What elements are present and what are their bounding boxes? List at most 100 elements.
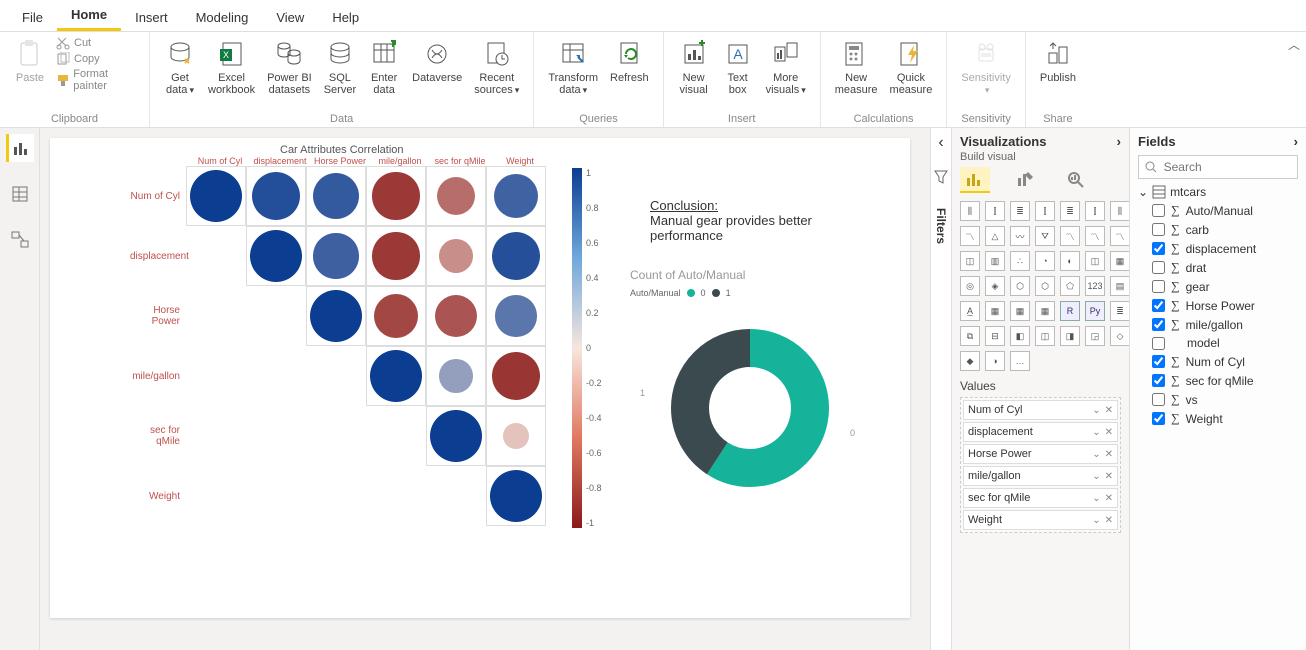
viz-type-button[interactable]: ▤ xyxy=(1110,276,1130,296)
remove-field-icon[interactable]: ✕ xyxy=(1105,493,1113,504)
viz-type-button[interactable]: 〽 xyxy=(1060,226,1080,246)
fields-pane-collapse-icon[interactable]: › xyxy=(1294,134,1298,149)
field-checkbox[interactable] xyxy=(1152,242,1165,255)
field-checkbox[interactable] xyxy=(1152,299,1165,312)
recent-sources-button[interactable]: Recentsources xyxy=(468,36,525,98)
viz-type-button[interactable]: ▦ xyxy=(1010,301,1030,321)
values-well[interactable]: Num of Cyl⌄✕displacement⌄✕Horse Power⌄✕m… xyxy=(960,397,1121,533)
values-well-item[interactable]: Weight⌄✕ xyxy=(963,510,1118,530)
report-page[interactable]: Car Attributes Correlation Num of Cyldis… xyxy=(50,138,910,618)
fields-search[interactable] xyxy=(1138,155,1298,179)
format-painter-button[interactable]: Format painter xyxy=(56,68,141,92)
fields-search-input[interactable] xyxy=(1162,159,1291,175)
viz-type-button[interactable]: 123 xyxy=(1085,276,1105,296)
donut-chart[interactable] xyxy=(660,318,840,498)
refresh-button[interactable]: Refresh xyxy=(604,36,655,98)
values-well-item[interactable]: Num of Cyl⌄✕ xyxy=(963,400,1118,420)
viz-type-button[interactable]: ◐ xyxy=(1060,251,1080,271)
viz-type-button[interactable]: ⬡ xyxy=(1010,276,1030,296)
viz-type-button[interactable]: ⬠ xyxy=(1060,276,1080,296)
menu-modeling[interactable]: Modeling xyxy=(182,4,263,31)
get-data-button[interactable]: Getdata xyxy=(158,36,202,98)
field-item-num-of-cyl[interactable]: ∑Num of Cyl xyxy=(1152,354,1298,369)
field-checkbox[interactable] xyxy=(1152,337,1165,350)
text-box-button[interactable]: ATextbox xyxy=(716,36,760,98)
viz-type-button[interactable]: Py xyxy=(1085,301,1105,321)
quick-measure-button[interactable]: Quickmeasure xyxy=(884,36,939,98)
filters-pane-collapsed[interactable]: ‹ Filters xyxy=(930,128,952,650)
cut-button[interactable]: Cut xyxy=(56,36,141,50)
viz-type-button[interactable]: ◫ xyxy=(1085,251,1105,271)
viz-type-button[interactable]: ≣ xyxy=(1010,201,1030,221)
field-item-vs[interactable]: ∑vs xyxy=(1152,392,1298,407)
chevron-down-icon[interactable]: ⌄ xyxy=(1092,493,1100,504)
more-visuals-button[interactable]: Morevisuals xyxy=(760,36,812,98)
viz-type-button[interactable]: ≣ xyxy=(1110,301,1130,321)
remove-field-icon[interactable]: ✕ xyxy=(1105,405,1113,416)
enter-data-button[interactable]: Enterdata xyxy=(362,36,406,98)
field-checkbox[interactable] xyxy=(1152,318,1165,331)
viz-type-button[interactable]: ◫ xyxy=(1035,326,1055,346)
viz-type-button[interactable]: ≣ xyxy=(1060,201,1080,221)
sql-server-button[interactable]: SQLServer xyxy=(318,36,362,98)
viz-type-button[interactable]: ◈ xyxy=(985,276,1005,296)
viz-type-button[interactable]: ◫ xyxy=(960,251,980,271)
menu-insert[interactable]: Insert xyxy=(121,4,182,31)
viz-type-button[interactable]: 〽 xyxy=(1085,226,1105,246)
model-view-button[interactable] xyxy=(6,226,34,254)
values-well-item[interactable]: sec for qMile⌄✕ xyxy=(963,488,1118,508)
viz-type-button[interactable]: ⫿ xyxy=(1035,201,1055,221)
field-item-drat[interactable]: ∑drat xyxy=(1152,260,1298,275)
values-well-item[interactable]: Horse Power⌄✕ xyxy=(963,444,1118,464)
report-view-button[interactable] xyxy=(6,134,34,162)
copy-button[interactable]: Copy xyxy=(56,52,141,66)
field-checkbox[interactable] xyxy=(1152,204,1165,217)
remove-field-icon[interactable]: ✕ xyxy=(1105,471,1113,482)
paste-button[interactable]: Paste xyxy=(8,36,52,92)
conclusion-text[interactable]: Conclusion: Manual gear provides better … xyxy=(650,198,850,243)
field-checkbox[interactable] xyxy=(1152,393,1165,406)
values-well-item[interactable]: displacement⌄✕ xyxy=(963,422,1118,442)
field-checkbox[interactable] xyxy=(1152,412,1165,425)
field-item-gear[interactable]: ∑gear xyxy=(1152,279,1298,294)
viz-type-button[interactable]: ⫿ xyxy=(1085,201,1105,221)
viz-type-button[interactable]: ⬡ xyxy=(1035,276,1055,296)
menu-help[interactable]: Help xyxy=(318,4,373,31)
viz-type-button[interactable]: ⊟ xyxy=(985,326,1005,346)
viz-type-button[interactable]: ◨ xyxy=(1060,326,1080,346)
field-item-carb[interactable]: ∑carb xyxy=(1152,222,1298,237)
transform-data-button[interactable]: Transformdata xyxy=(542,36,604,98)
report-canvas[interactable]: Car Attributes Correlation Num of Cyldis… xyxy=(40,128,930,650)
viz-pane-collapse-icon[interactable]: › xyxy=(1117,134,1121,149)
viz-type-button[interactable]: ◇ xyxy=(1110,326,1130,346)
viz-type-button[interactable]: ⫼ xyxy=(1110,201,1130,221)
build-visual-tab[interactable] xyxy=(960,167,990,193)
field-checkbox[interactable] xyxy=(1152,280,1165,293)
viz-type-button[interactable]: 〰 xyxy=(1010,226,1030,246)
new-measure-button[interactable]: Newmeasure xyxy=(829,36,884,98)
field-item-displacement[interactable]: ∑displacement xyxy=(1152,241,1298,256)
chevron-down-icon[interactable]: ⌄ xyxy=(1092,471,1100,482)
table-node-mtcars[interactable]: ⌄ mtcars xyxy=(1138,185,1298,199)
viz-type-button[interactable]: ⫼ xyxy=(960,201,980,221)
menu-home[interactable]: Home xyxy=(57,1,121,31)
field-item-auto-manual[interactable]: ∑Auto/Manual xyxy=(1152,203,1298,218)
field-item-model[interactable]: model xyxy=(1152,336,1298,350)
format-visual-tab[interactable] xyxy=(1010,167,1040,193)
sensitivity-button[interactable]: Sensitivity xyxy=(955,36,1017,98)
dataverse-button[interactable]: Dataverse xyxy=(406,36,468,98)
correlation-matrix[interactable]: Num of CyldisplacementHorse Powermile/ga… xyxy=(190,166,546,526)
menu-file[interactable]: File xyxy=(8,4,57,31)
viz-type-button[interactable]: … xyxy=(1010,351,1030,371)
viz-type-button[interactable]: ∴ xyxy=(1010,251,1030,271)
field-item-mile-gallon[interactable]: ∑mile/gallon xyxy=(1152,317,1298,332)
field-checkbox[interactable] xyxy=(1152,355,1165,368)
chevron-down-icon[interactable]: ⌄ xyxy=(1092,427,1100,438)
viz-type-button[interactable]: ◔ xyxy=(1035,251,1055,271)
field-checkbox[interactable] xyxy=(1152,374,1165,387)
viz-type-button[interactable]: ◑ xyxy=(985,351,1005,371)
analytics-tab[interactable] xyxy=(1060,167,1090,193)
chevron-down-icon[interactable]: ⌄ xyxy=(1092,405,1100,416)
field-item-horse-power[interactable]: ∑Horse Power xyxy=(1152,298,1298,313)
excel-workbook-button[interactable]: XExcelworkbook xyxy=(202,36,261,98)
